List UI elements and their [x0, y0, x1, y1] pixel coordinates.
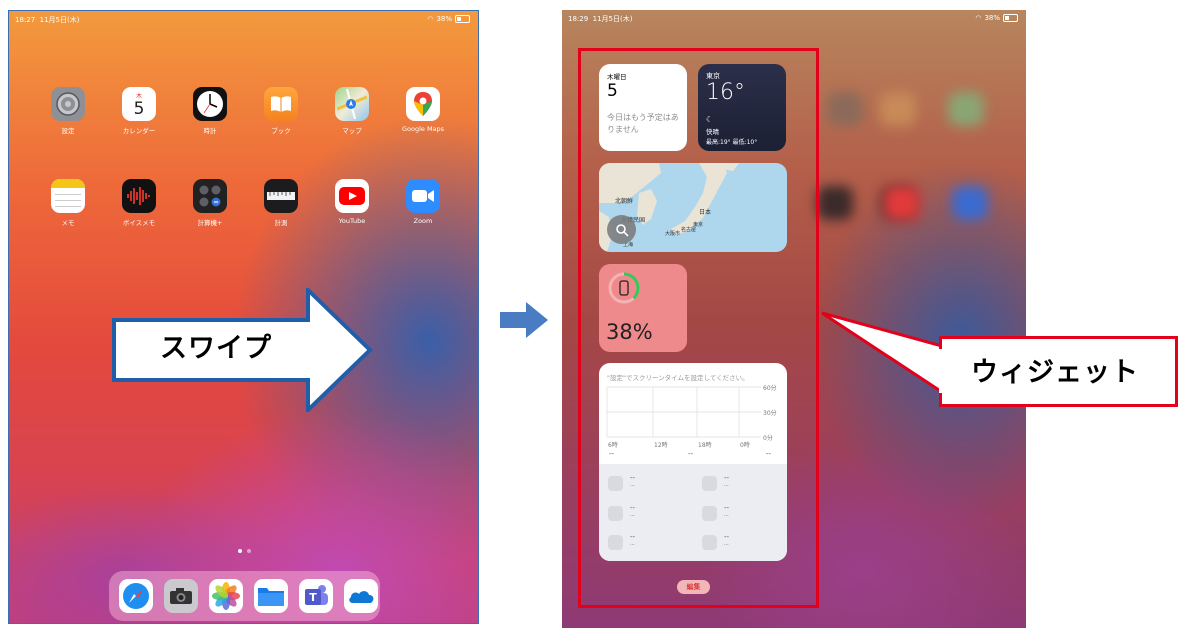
callout-seam [939, 349, 945, 393]
callout-label: ウィジェット [971, 357, 1139, 388]
callout-pointer [821, 311, 944, 395]
